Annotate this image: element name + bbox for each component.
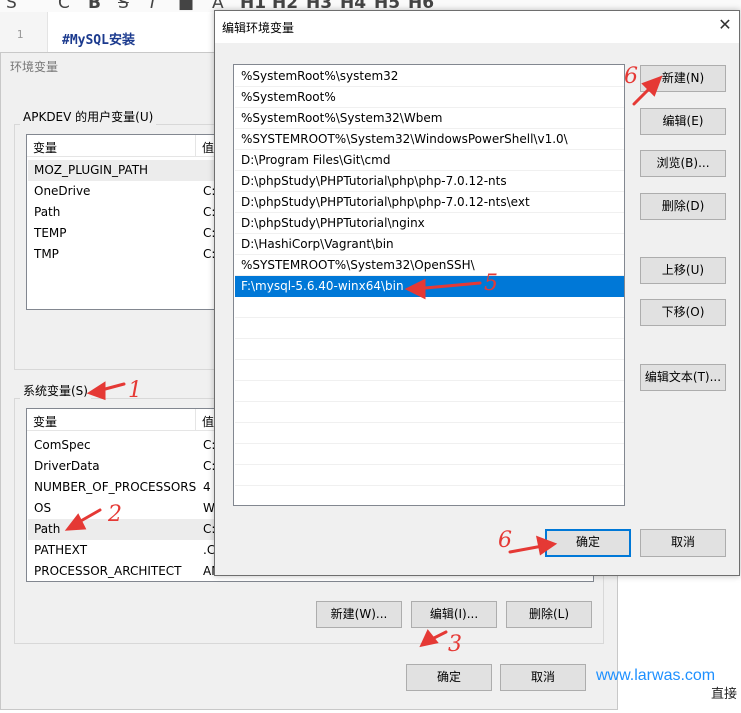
annotation-number: 2 xyxy=(108,502,122,527)
annotation-arrows xyxy=(64,75,663,648)
corner-text: 直接 xyxy=(711,687,738,702)
arrow-head xyxy=(64,513,87,531)
annotation-number: 1 xyxy=(128,378,142,403)
annotation-number: 6 xyxy=(624,64,638,89)
arrow-head xyxy=(86,381,106,401)
arrow-head xyxy=(535,535,558,556)
annotation-number: 5 xyxy=(484,271,498,296)
arrow-head xyxy=(419,629,439,648)
annotation-number: 3 xyxy=(448,632,462,657)
arrow-head xyxy=(404,278,426,300)
annotation-number: 6 xyxy=(498,528,512,553)
watermark: www.larwas.com xyxy=(596,667,716,684)
